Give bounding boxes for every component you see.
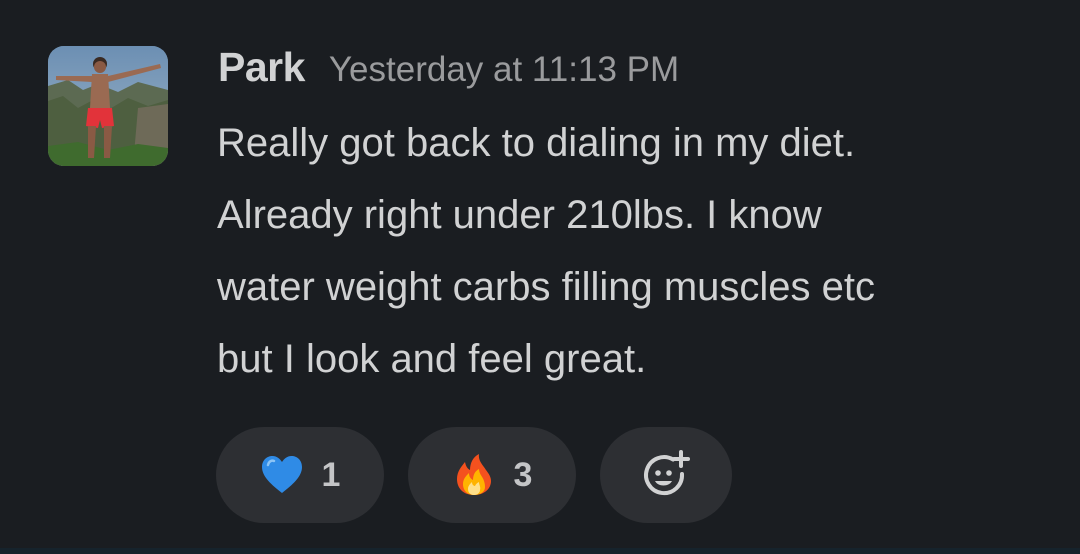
add-reaction-button[interactable]	[600, 427, 732, 523]
message-header: Park Yesterday at 11:13 PM	[218, 44, 679, 100]
reaction-count: 3	[513, 455, 533, 494]
reaction-blue-heart[interactable]: 1	[216, 427, 384, 523]
message-line: Already right under 210lbs. I know	[217, 193, 822, 237]
timestamp[interactable]: Yesterday at 11:13 PM	[329, 50, 679, 90]
message-line: water weight carbs filling muscles etc	[217, 265, 876, 309]
blue-heart-icon	[261, 456, 302, 493]
message-view: Park Yesterday at 11:13 PM Really got ba…	[0, 0, 1080, 554]
avatar[interactable]	[48, 46, 168, 166]
fire-icon	[456, 454, 491, 495]
divider	[0, 548, 1080, 554]
author-name[interactable]: Park	[218, 44, 305, 91]
reactions-bar: 1 3	[216, 427, 732, 523]
message-body: Really got back to dialing in my diet. A…	[217, 107, 1047, 395]
message[interactable]: Park Yesterday at 11:13 PM Really got ba…	[0, 0, 1080, 548]
reaction-count: 1	[321, 455, 341, 494]
message-line: but I look and feel great.	[217, 337, 647, 381]
reaction-fire[interactable]: 3	[408, 427, 576, 523]
avatar-photo	[48, 46, 168, 166]
add-reaction-icon	[644, 450, 690, 496]
message-line: Really got back to dialing in my diet.	[217, 121, 856, 165]
